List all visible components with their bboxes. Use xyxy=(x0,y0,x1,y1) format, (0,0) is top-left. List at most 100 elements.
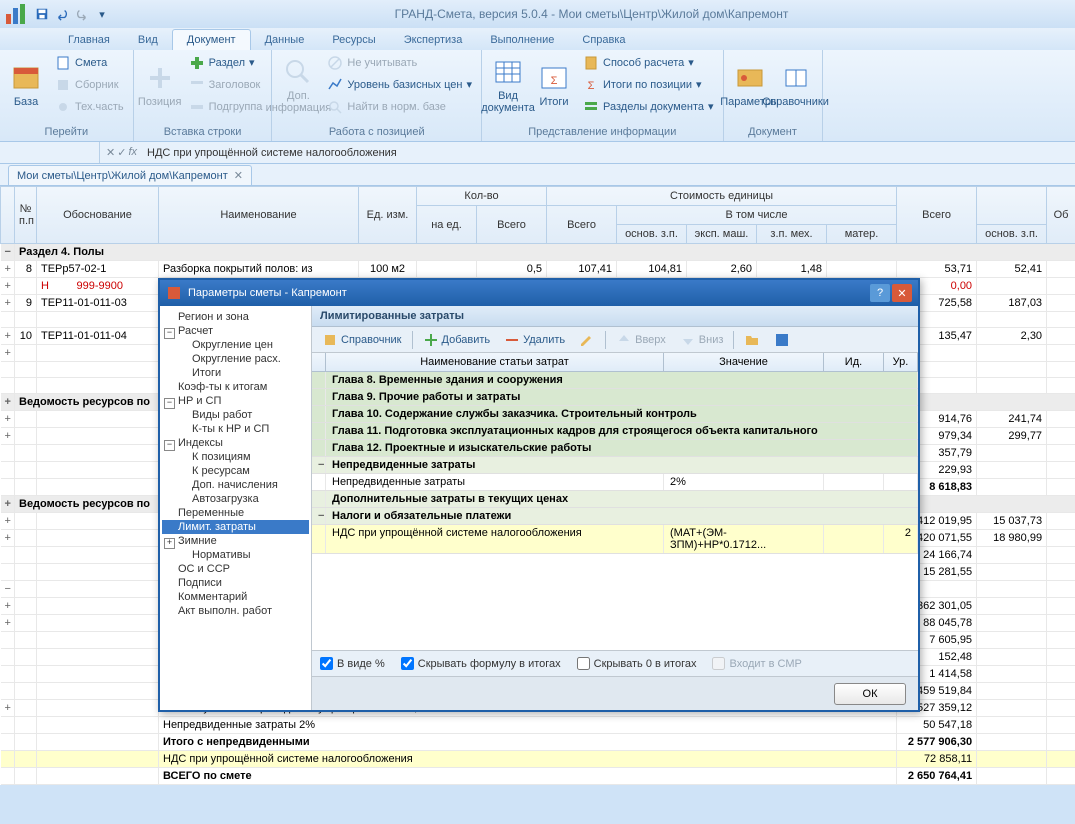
tree-kpoz[interactable]: К позициям xyxy=(162,450,309,464)
undo-icon[interactable] xyxy=(53,5,71,23)
path-tab-label: Мои сметы\Центр\Жилой дом\Капремонт xyxy=(17,170,228,182)
expand-toggle[interactable]: + xyxy=(1,261,15,278)
up-button[interactable]: Вверх xyxy=(612,330,670,350)
save-icon[interactable] xyxy=(33,5,51,23)
tree-zimnie[interactable]: Зимние xyxy=(162,534,309,548)
tree-region[interactable]: Регион и зона xyxy=(162,310,309,324)
add-button[interactable]: Добавить xyxy=(419,330,495,350)
smeta-button[interactable]: Смета xyxy=(50,52,129,73)
check-skryform[interactable]: Скрывать формулу в итогах xyxy=(401,657,561,670)
expand-toggle[interactable]: + xyxy=(1,513,15,530)
sprav-button[interactable]: Справочники xyxy=(774,52,818,118)
tree-ktynr[interactable]: К-ты к НР и СП xyxy=(162,422,309,436)
tech-button[interactable]: Тех.часть xyxy=(50,96,129,117)
expand-toggle[interactable]: + xyxy=(1,598,15,615)
naiti-button[interactable]: Найти в норм. базе xyxy=(322,96,477,117)
neuchit-button[interactable]: Не учитывать xyxy=(322,52,477,73)
expand-toggle[interactable]: − xyxy=(1,244,15,261)
tree-koefk[interactable]: Коэф-ты к итогам xyxy=(162,380,309,394)
dialog-tree[interactable]: Регион и зона Расчет Округление цен Окру… xyxy=(160,306,312,710)
expand-toggle[interactable]: + xyxy=(1,496,15,513)
delete-button[interactable]: Удалить xyxy=(500,330,569,350)
open-button[interactable] xyxy=(740,330,764,350)
podgruppa-button[interactable]: Подгруппа xyxy=(184,96,268,117)
sbornik-button[interactable]: Сборник xyxy=(50,74,129,95)
accept-icon[interactable]: ✓ xyxy=(117,146,126,159)
edit-button[interactable] xyxy=(575,330,599,350)
zagolovok-button[interactable]: Заголовок xyxy=(184,74,268,95)
tab-expertise[interactable]: Экспертиза xyxy=(390,30,477,50)
razddoc-button[interactable]: Разделы документа ▾ xyxy=(578,96,719,117)
tree-podpisi[interactable]: Подписи xyxy=(162,576,309,590)
expand-toggle[interactable]: + xyxy=(1,700,15,717)
viddoc-button[interactable]: Вид документа xyxy=(486,52,530,118)
dialog-caption: Лимитированные затраты xyxy=(312,306,918,327)
expand-toggle[interactable]: + xyxy=(1,615,15,632)
expand-toggle[interactable]: + xyxy=(1,530,15,547)
check-vvide[interactable]: В виде % xyxy=(320,657,385,670)
tree-indeksy[interactable]: Индексы xyxy=(162,436,309,450)
tree-itogi[interactable]: Итоги xyxy=(162,366,309,380)
close-tab-icon[interactable]: ✕ xyxy=(234,169,243,182)
tab-data[interactable]: Данные xyxy=(251,30,319,50)
expand-toggle[interactable]: + xyxy=(1,278,15,295)
tree-limit[interactable]: Лимит. затраты xyxy=(162,520,309,534)
dialog-toolbar: Справочник Добавить Удалить Вверх Вниз xyxy=(312,327,918,353)
params-button[interactable]: Параметры xyxy=(728,52,772,118)
tree-peremen[interactable]: Переменные xyxy=(162,506,309,520)
expand-toggle[interactable]: + xyxy=(1,328,15,345)
fx-icon[interactable]: fx xyxy=(128,146,137,159)
tab-resources[interactable]: Ресурсы xyxy=(318,30,389,50)
tree-komm[interactable]: Комментарий xyxy=(162,590,309,604)
ok-button[interactable]: ОК xyxy=(834,683,906,705)
dialog-titlebar[interactable]: Параметры сметы - Капремонт ? ✕ xyxy=(160,280,918,306)
tree-norm[interactable]: Нормативы xyxy=(162,548,309,562)
sposob-button[interactable]: Способ расчета ▾ xyxy=(578,52,719,73)
redo-icon[interactable] xyxy=(73,5,91,23)
sections-icon xyxy=(583,99,599,115)
close-button[interactable]: ✕ xyxy=(892,284,912,302)
dialog-grid-body[interactable]: Глава 8. Временные здания и сооружения Г… xyxy=(312,372,918,650)
tab-document[interactable]: Документ xyxy=(172,29,251,50)
plus-icon xyxy=(144,62,176,94)
tree-raschet[interactable]: Расчет xyxy=(162,324,309,338)
check-skry0[interactable]: Скрывать 0 в итогах xyxy=(577,657,697,670)
expand-toggle[interactable]: + xyxy=(1,428,15,445)
tree-vidy[interactable]: Виды работ xyxy=(162,408,309,422)
expand-toggle[interactable]: + xyxy=(1,394,15,411)
sprav-button[interactable]: Справочник xyxy=(318,330,406,350)
cancel-icon[interactable]: ✕ xyxy=(106,146,115,159)
calc-icon xyxy=(583,55,599,71)
name-box[interactable] xyxy=(0,142,100,163)
position-button[interactable]: Позиция xyxy=(138,52,182,118)
formula-input[interactable]: НДС при упрощённой системе налогообложен… xyxy=(143,147,1075,159)
tab-view[interactable]: Вид xyxy=(124,30,172,50)
tree-okrrash[interactable]: Округление расх. xyxy=(162,352,309,366)
tree-dopnach[interactable]: Доп. начисления xyxy=(162,478,309,492)
tree-aktvyp[interactable]: Акт выполн. работ xyxy=(162,604,309,618)
expand-toggle[interactable]: + xyxy=(1,411,15,428)
expand-toggle[interactable]: − xyxy=(1,581,15,598)
dialog-icon xyxy=(166,285,182,301)
uroven-button[interactable]: Уровень базисных цен ▾ xyxy=(322,74,477,95)
dopinfo-button[interactable]: Доп. информация xyxy=(276,52,320,118)
tab-execution[interactable]: Выполнение xyxy=(476,30,568,50)
help-button[interactable]: ? xyxy=(870,284,890,302)
itogipoz-button[interactable]: ΣИтоги по позиции ▾ xyxy=(578,74,719,95)
baza-button[interactable]: База xyxy=(4,52,48,118)
razdel-button[interactable]: Раздел ▾ xyxy=(184,52,268,73)
tab-reference[interactable]: Справка xyxy=(568,30,639,50)
path-tab[interactable]: Мои сметы\Центр\Жилой дом\Капремонт ✕ xyxy=(8,165,252,185)
tree-okrcen[interactable]: Округление цен xyxy=(162,338,309,352)
down-button[interactable]: Вниз xyxy=(676,330,728,350)
itogi-button[interactable]: Σ Итоги xyxy=(532,52,576,118)
tab-home[interactable]: Главная xyxy=(54,30,124,50)
expand-toggle[interactable]: + xyxy=(1,295,15,312)
expand-toggle[interactable]: + xyxy=(1,345,15,362)
tree-kres[interactable]: К ресурсам xyxy=(162,464,309,478)
tree-osssr[interactable]: ОС и ССР xyxy=(162,562,309,576)
qat-dropdown-icon[interactable]: ▾ xyxy=(93,5,111,23)
save-button[interactable] xyxy=(770,330,794,350)
tree-nrsp[interactable]: НР и СП xyxy=(162,394,309,408)
tree-avtozag[interactable]: Автозагрузка xyxy=(162,492,309,506)
